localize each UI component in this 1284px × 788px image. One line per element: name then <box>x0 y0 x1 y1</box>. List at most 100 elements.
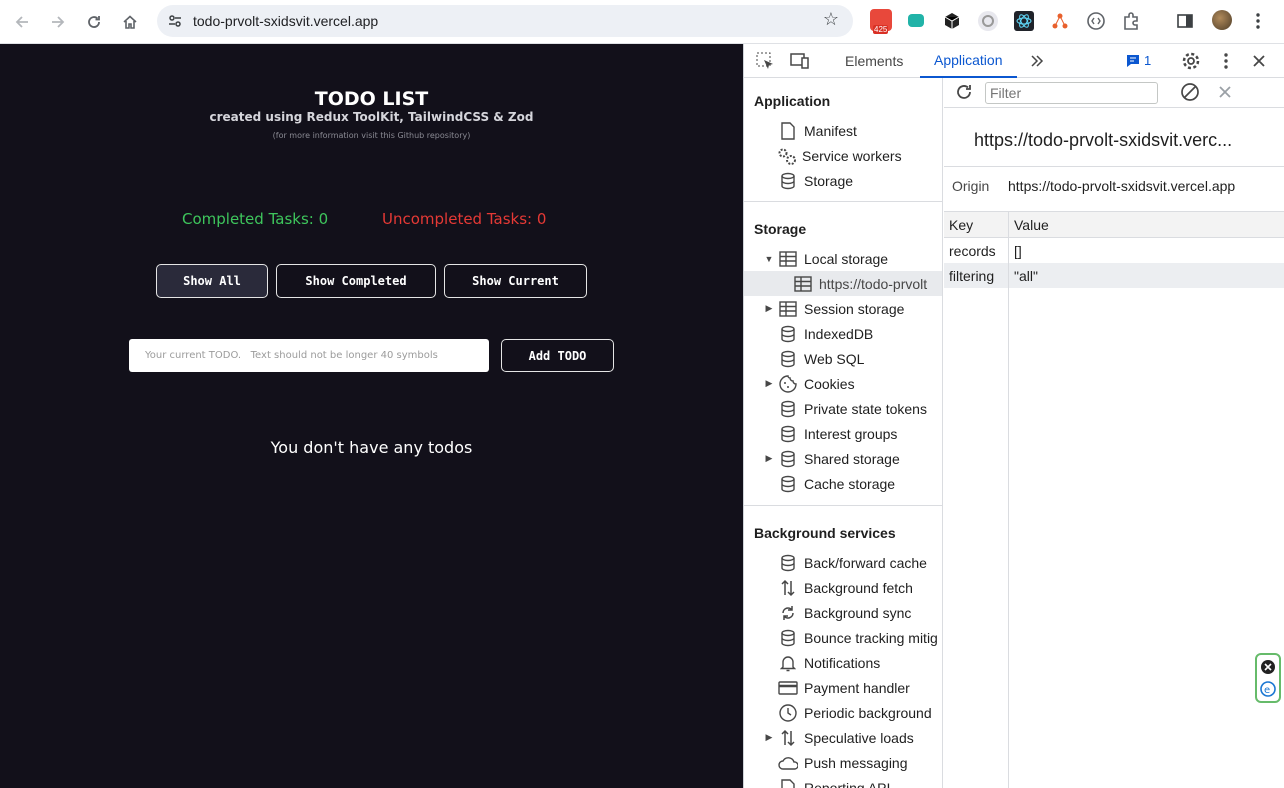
show-all-button[interactable]: Show All <box>156 264 268 298</box>
code-extension-icon[interactable] <box>1084 9 1108 33</box>
edge-extension-icon[interactable]: e <box>1260 681 1276 702</box>
sidebar-item-periodic-background[interactable]: Periodic background <box>744 700 942 725</box>
collapsed-arrow-icon[interactable]: ▶ <box>763 453 775 464</box>
sidebar-item-service-workers[interactable]: Service workers <box>744 143 942 168</box>
more-tabs-chevron-icon[interactable] <box>1026 51 1048 71</box>
filter-input[interactable] <box>985 82 1158 104</box>
device-toolbar-icon[interactable] <box>789 51 811 71</box>
extension-badge-count: 425 <box>873 25 889 34</box>
sidebar-item-payment-handler[interactable]: Payment handler <box>744 675 942 700</box>
document-icon <box>778 121 798 141</box>
extension-badge-icon[interactable]: 425 <box>870 9 892 34</box>
sidebar-item-speculative-loads[interactable]: ▶ Speculative loads <box>744 725 942 750</box>
sidebar-item-manifest[interactable]: Manifest <box>744 118 942 143</box>
sidebar-item-background-sync[interactable]: Background sync <box>744 600 942 625</box>
collapsed-arrow-icon[interactable]: ▶ <box>763 303 775 314</box>
sidebar-item-background-fetch[interactable]: Background fetch <box>744 575 942 600</box>
settings-gear-icon[interactable] <box>1180 51 1202 71</box>
section-storage-title: Storage <box>754 221 807 237</box>
browser-toolbar: todo-prvolt-sxidsvit.vercel.app ☆ 425 <box>0 0 1284 44</box>
origin-label: Origin <box>952 178 990 194</box>
side-panel-icon[interactable] <box>1173 9 1197 33</box>
sidebar-item-indexeddb[interactable]: IndexedDB <box>744 321 942 346</box>
sidebar-item-label: Shared storage <box>804 450 900 467</box>
bookmark-star-icon[interactable]: ☆ <box>823 9 839 30</box>
table-row[interactable]: filtering "all" <box>944 263 1284 288</box>
todo-page: TODO LIST created using Redux ToolKit, T… <box>0 44 743 788</box>
back-icon[interactable] <box>8 8 36 36</box>
section-application-title: Application <box>754 93 831 109</box>
sidebar-item-local-storage[interactable]: ▼ Local storage <box>744 246 942 271</box>
sidebar-item-label: Local storage <box>804 250 889 267</box>
add-todo-button[interactable]: Add TODO <box>501 339 614 372</box>
database-icon <box>778 424 798 444</box>
sidebar-item-session-storage[interactable]: ▶ Session storage <box>744 296 942 321</box>
sidebar-item-private-state-tokens[interactable]: Private state tokens <box>744 396 942 421</box>
sidebar-item-label: Private state tokens <box>804 400 927 417</box>
sidebar-item-back-forward-cache[interactable]: Back/forward cache <box>744 550 942 575</box>
sidebar-item-label: Periodic background <box>804 704 932 721</box>
close-circle-icon[interactable] <box>1260 659 1276 680</box>
clear-all-icon[interactable] <box>1179 82 1201 102</box>
expanded-arrow-icon[interactable]: ▼ <box>763 254 775 264</box>
sidebar-item-cache-storage[interactable]: Cache storage <box>744 471 942 496</box>
cube-extension-icon[interactable] <box>940 9 964 33</box>
close-devtools-icon[interactable] <box>1248 51 1270 71</box>
delete-selected-icon[interactable] <box>1214 82 1236 102</box>
sidebar-item-storage[interactable]: Storage <box>744 168 942 193</box>
origin-value: https://todo-prvolt-sxidsvit.vercel.app <box>1008 178 1236 194</box>
table-row[interactable]: records [] <box>944 238 1284 263</box>
database-icon <box>778 324 798 344</box>
sidebar-item-label: Reporting API <box>804 779 891 788</box>
section-background-services-title: Background services <box>754 525 896 541</box>
database-icon <box>778 349 798 369</box>
refresh-icon[interactable] <box>953 82 975 102</box>
sidebar-item-interest-groups[interactable]: Interest groups <box>744 421 942 446</box>
show-completed-button[interactable]: Show Completed <box>276 264 436 298</box>
todo-input[interactable] <box>129 339 489 372</box>
uncompleted-count: Uncompleted Tasks: 0 <box>382 210 547 228</box>
show-current-button[interactable]: Show Current <box>444 264 587 298</box>
site-settings-icon[interactable] <box>165 11 185 31</box>
sidebar-item-cookies[interactable]: ▶ Cookies <box>744 371 942 396</box>
devtools-menu-icon[interactable] <box>1215 51 1237 71</box>
browser-menu-icon[interactable] <box>1246 9 1270 33</box>
sidebar-item-label: Background sync <box>804 604 912 621</box>
inspect-element-icon[interactable] <box>754 51 776 71</box>
profile-avatar[interactable] <box>1212 10 1232 30</box>
column-header-value[interactable]: Value <box>1014 217 1049 233</box>
sidebar-item-web-sql[interactable]: Web SQL <box>744 346 942 371</box>
table-icon <box>793 274 813 294</box>
collapsed-arrow-icon[interactable]: ▶ <box>763 378 775 389</box>
sidebar-item-local-storage-origin[interactable]: https://todo-prvolt <box>744 271 942 296</box>
circle-extension-icon[interactable] <box>976 9 1000 33</box>
react-devtools-icon[interactable] <box>1012 9 1036 33</box>
column-header-key[interactable]: Key <box>949 217 973 233</box>
github-note[interactable]: (for more information visit this Github … <box>0 131 743 140</box>
origin-heading: https://todo-prvolt-sxidsvit.verc... <box>974 130 1233 150</box>
sidebar-item-reporting-api[interactable]: Reporting API <box>744 775 942 788</box>
database-icon <box>778 474 798 494</box>
sidebar-item-label: Payment handler <box>804 679 910 696</box>
tab-application[interactable]: Application <box>920 44 1017 78</box>
database-icon <box>778 628 798 648</box>
graph-extension-icon[interactable] <box>1048 9 1072 33</box>
address-bar[interactable]: todo-prvolt-sxidsvit.vercel.app ☆ <box>157 5 853 37</box>
sidebar-item-push-messaging[interactable]: Push messaging <box>744 750 942 775</box>
sidebar-item-notifications[interactable]: Notifications <box>744 650 942 675</box>
forward-icon[interactable] <box>44 8 72 36</box>
home-icon[interactable] <box>116 8 144 36</box>
collapsed-arrow-icon[interactable]: ▶ <box>763 732 775 743</box>
divider <box>944 166 1284 167</box>
floating-side-tools: e <box>1255 653 1281 703</box>
sidebar-item-shared-storage[interactable]: ▶ Shared storage <box>744 446 942 471</box>
database-icon <box>778 399 798 419</box>
tab-elements[interactable]: Elements <box>845 44 903 78</box>
row-value: [] <box>1014 243 1022 259</box>
devtools-toolbar: Elements Application 1 <box>744 44 1284 78</box>
chat-extension-icon[interactable] <box>904 9 928 33</box>
issues-counter[interactable]: 1 <box>1126 53 1151 68</box>
reload-icon[interactable] <box>80 8 108 36</box>
extensions-puzzle-icon[interactable] <box>1120 9 1144 33</box>
sidebar-item-bounce-tracking[interactable]: Bounce tracking mitig <box>744 625 942 650</box>
